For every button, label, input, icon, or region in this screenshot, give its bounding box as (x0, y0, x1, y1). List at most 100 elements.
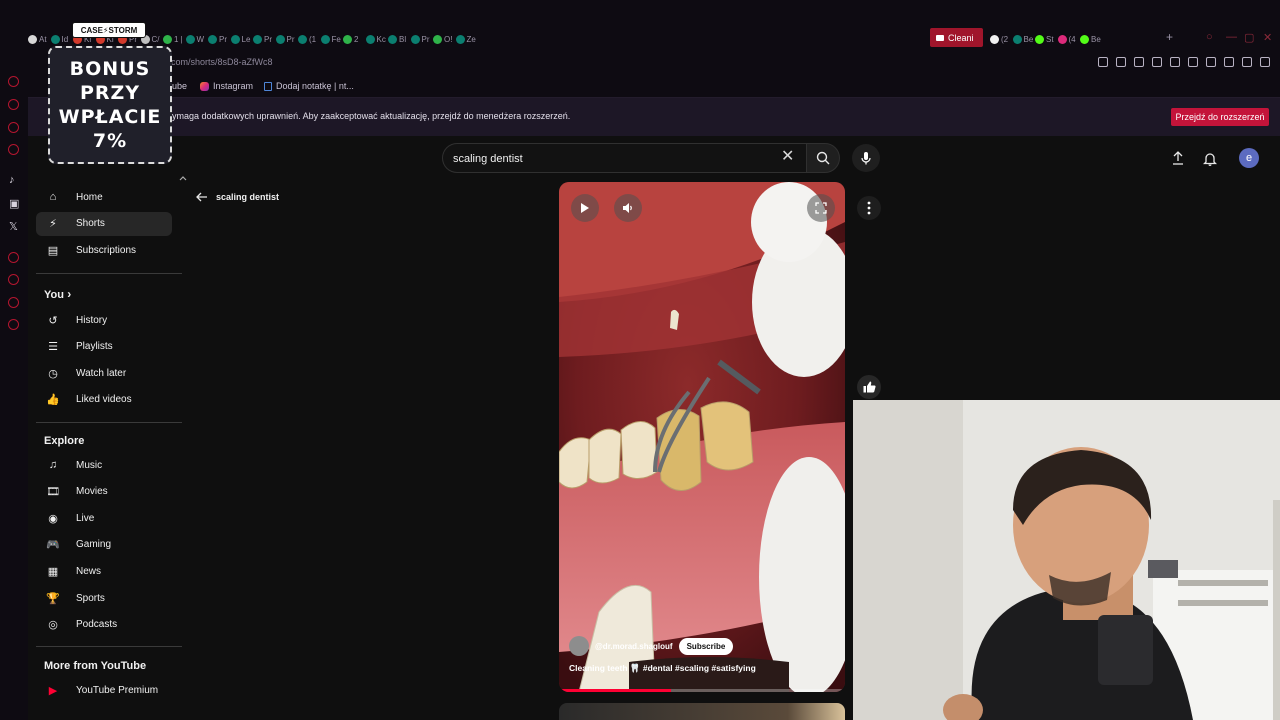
profile-icon[interactable] (1224, 57, 1234, 67)
sidebar-item-podcasts[interactable]: ◎ Podcasts (36, 613, 172, 637)
url-text[interactable]: com/shorts/8sD8-aZfWc8 (171, 57, 273, 67)
tab-active[interactable]: Cleani (930, 28, 983, 47)
menu-icon[interactable] (1260, 57, 1270, 67)
sidebar-item-watch-later[interactable]: ◷ Watch later (36, 361, 172, 385)
search-icon (816, 151, 830, 165)
browser-tab[interactable]: (1 (298, 30, 321, 48)
search-tabs-icon[interactable]: ○ (1206, 31, 1213, 43)
maximize-icon[interactable]: ▢ (1244, 31, 1254, 44)
sidebar-extensions-icon[interactable] (8, 297, 19, 308)
progress-bar[interactable] (559, 689, 845, 692)
back-button[interactable]: scaling dentist (196, 192, 279, 202)
browser-tab[interactable]: Pr (208, 30, 231, 48)
sidebar-item-liked-videos[interactable]: 👍 Liked videos (36, 388, 172, 412)
short-video-player[interactable]: @dr.morad.shaglouf Subscribe Cleaning te… (559, 182, 845, 692)
like-button[interactable] (857, 375, 881, 399)
browser-tab[interactable]: Pr (410, 30, 434, 48)
tab-favicon-icon (50, 34, 60, 44)
extensions-icon[interactable] (1206, 57, 1216, 67)
search-input[interactable] (453, 150, 753, 168)
browser-tab[interactable]: 2 (343, 30, 366, 48)
browser-tab[interactable]: Fe (320, 30, 344, 48)
sidebar-item-live[interactable]: ◉ Live (36, 506, 172, 530)
play-icon[interactable] (1170, 57, 1180, 67)
sidebar-x-icon[interactable]: 𝕏 (9, 220, 18, 233)
account-avatar[interactable]: e (1239, 148, 1259, 168)
browser-tab[interactable]: Pr (275, 30, 299, 48)
address-bar[interactable]: com/shorts/8sD8-aZfWc8 (0, 52, 1280, 74)
play-button[interactable] (571, 194, 599, 222)
like-icon: 👍 (46, 394, 60, 407)
sidebar-item-label: Playlists (76, 341, 113, 353)
close-window-icon[interactable]: ✕ (1263, 31, 1272, 44)
sidebar-item-history[interactable]: ↺ History (36, 308, 172, 332)
browser-tab[interactable]: Le (230, 30, 254, 48)
you-section-heading[interactable]: You › (44, 287, 71, 301)
next-short-preview[interactable] (559, 703, 845, 720)
clear-search-icon[interactable]: ✕ (781, 149, 794, 165)
sidebar-speed-dial-icon[interactable] (8, 76, 19, 87)
mute-button[interactable] (614, 194, 642, 222)
voice-search-button[interactable] (852, 144, 880, 172)
browser-tab[interactable]: (4 (1057, 30, 1081, 48)
sidebar-notes-icon[interactable] (8, 144, 19, 155)
new-tab-icon[interactable]: + (1166, 30, 1173, 44)
browser-tab[interactable]: At (28, 30, 51, 48)
adblock-icon[interactable] (1134, 57, 1144, 67)
browser-sidebar: ♪ ▣ 𝕏 (0, 52, 28, 720)
sidebar-item-home[interactable]: ⌂ Home (36, 185, 172, 209)
screenshot-icon[interactable] (1116, 57, 1126, 67)
short-caption[interactable]: Cleaning teeth 🦷 #dental #scaling #satis… (569, 663, 756, 674)
browser-tab[interactable]: Be (1080, 30, 1103, 48)
sidebar-item-playlists[interactable]: ☰ Playlists (36, 335, 172, 359)
tab-label: Bl (399, 34, 407, 44)
browser-tab[interactable]: O! (433, 30, 456, 48)
browser-tab[interactable]: Bl (388, 30, 411, 48)
sidebar-item-music[interactable]: ♫ Music (36, 453, 172, 477)
notifications-button[interactable] (1201, 149, 1219, 167)
sidebar-history-icon[interactable] (8, 252, 19, 263)
browser-tab[interactable]: W (185, 30, 209, 48)
sidebar-music-icon[interactable]: ♪ (9, 174, 15, 186)
go-to-extensions-button[interactable]: Przejdź do rozszerzeń (1171, 108, 1269, 126)
vpn-icon[interactable] (1152, 57, 1162, 67)
bookmark-icon[interactable] (1098, 57, 1108, 67)
download-icon[interactable] (1242, 57, 1252, 67)
tab-favicon-icon (410, 34, 420, 44)
sidebar-item-gaming[interactable]: 🎮 Gaming (36, 533, 172, 557)
sidebar-item-movies[interactable]: 🎞 Movies (36, 480, 172, 504)
sidebar-twitch-icon-2[interactable]: ▣ (9, 197, 19, 210)
sidebar-item-sports[interactable]: 🏆 Sports (36, 586, 172, 610)
browser-tab[interactable]: St (1035, 30, 1058, 48)
browser-tab[interactable]: Ze (455, 30, 479, 48)
browser-tab[interactable]: 1 | (163, 30, 186, 48)
channel-name[interactable]: @dr.morad.shaglouf (595, 642, 673, 651)
sidebar-twitch-icon[interactable] (8, 122, 19, 133)
sidebar-item-youtube-premium[interactable]: ▶ YouTube Premium (36, 678, 172, 702)
browser-tab[interactable]: Pr (253, 30, 276, 48)
search-button[interactable] (806, 143, 840, 173)
bookmark-youtube[interactable]: ube (172, 81, 187, 91)
browser-tab[interactable]: Kc (365, 30, 389, 48)
browser-tab[interactable]: Be (1012, 30, 1036, 48)
sidebar-clock-icon[interactable] (8, 274, 19, 285)
sidebar-messenger-icon[interactable] (8, 99, 19, 110)
music-icon: ♫ (48, 459, 58, 471)
bookmark-instagram[interactable]: Instagram (200, 81, 253, 91)
bookmarks-bar: ube Instagram Dodaj notatkę | nt... (0, 74, 1280, 98)
channel-avatar[interactable] (569, 636, 589, 656)
sidebar-item-news[interactable]: ▦ News (36, 559, 172, 583)
collapse-chevron-icon[interactable] (176, 171, 190, 185)
sidebar-item-label: Sports (76, 592, 105, 604)
sidebar-item-subscriptions[interactable]: ▤ Subscriptions (36, 238, 172, 262)
upload-button[interactable] (1169, 149, 1187, 167)
sidebar-settings-icon[interactable] (8, 319, 19, 330)
browser-tab[interactable]: (2 (990, 30, 1013, 48)
sidebar-item-shorts[interactable]: ⚡ Shorts (36, 211, 172, 236)
more-options-button[interactable] (857, 196, 881, 220)
bookmark-note[interactable]: Dodaj notatkę | nt... (264, 81, 354, 91)
heart-icon[interactable] (1188, 57, 1198, 67)
subscribe-button[interactable]: Subscribe (678, 637, 734, 655)
fullscreen-button[interactable] (807, 194, 835, 222)
minimize-icon[interactable]: — (1226, 31, 1237, 43)
